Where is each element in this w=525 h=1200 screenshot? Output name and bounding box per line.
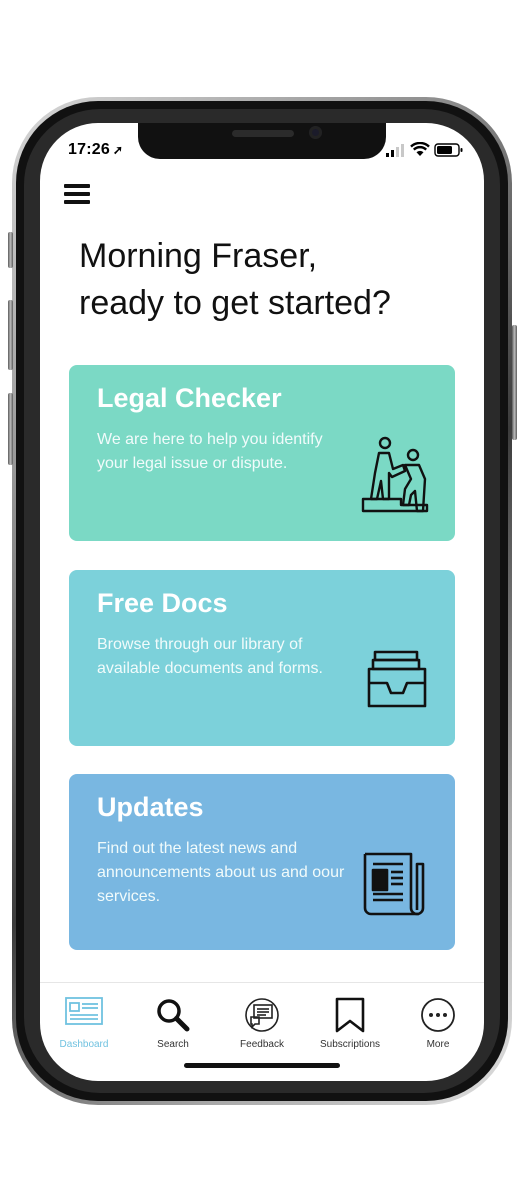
battery-icon: [434, 143, 463, 157]
tab-label: Dashboard: [59, 1039, 109, 1050]
updates-card[interactable]: Updates Find out the latest news and ann…: [69, 774, 455, 950]
tab-label: Search: [157, 1039, 189, 1050]
feedback-icon: [245, 998, 279, 1032]
tab-label: Feedback: [240, 1039, 284, 1050]
status-time-text: 17:26: [68, 141, 110, 158]
card-description: Find out the latest news and announcemen…: [97, 840, 345, 905]
tab-label: More: [426, 1039, 450, 1050]
speaker-grille: [232, 130, 294, 137]
bookmark-icon: [335, 997, 365, 1033]
home-indicator[interactable]: [184, 1063, 340, 1068]
greeting-line-2: ready to get started?: [79, 284, 391, 322]
front-camera: [309, 126, 322, 139]
free-docs-card[interactable]: Free Docs Browse through our library of …: [69, 570, 455, 746]
status-bar-icons: [386, 141, 466, 161]
status-bar-time: 17:26 ➚: [68, 141, 123, 159]
card-title: Updates: [97, 792, 204, 822]
tab-label: Subscriptions: [319, 1039, 381, 1050]
tab-subscriptions[interactable]: Subscriptions: [306, 983, 394, 1053]
search-icon: [157, 999, 190, 1032]
card-title: Free Docs: [97, 588, 228, 618]
people-helping-icon: [361, 436, 429, 513]
dashboard-icon: [65, 997, 103, 1025]
newspaper-icon: [363, 852, 425, 916]
mute-switch: [8, 232, 13, 268]
legal-checker-card[interactable]: Legal Checker We are here to help you id…: [69, 365, 455, 541]
volume-down-button: [8, 393, 13, 465]
volume-up-button: [8, 300, 13, 370]
wifi-icon: [410, 142, 430, 156]
tab-dashboard[interactable]: Dashboard: [40, 983, 128, 1053]
document-tray-icon: [367, 650, 427, 708]
bottom-tab-bar: Dashboard Search Feedback Subscriptions: [40, 982, 484, 1053]
power-button: [512, 325, 517, 440]
signal-icon: [386, 144, 404, 157]
hamburger-menu-icon[interactable]: [64, 184, 90, 206]
tab-search[interactable]: Search: [129, 983, 217, 1053]
card-title: Legal Checker: [97, 383, 282, 413]
location-arrow-icon: ➚: [112, 143, 124, 157]
more-icon: [421, 998, 455, 1032]
card-description: We are here to help you identify your le…: [97, 431, 323, 472]
notch: [138, 123, 386, 159]
tab-more[interactable]: More: [394, 983, 482, 1053]
greeting-heading: Morning Fraser, ready to get started?: [79, 233, 459, 327]
tab-feedback[interactable]: Feedback: [218, 983, 306, 1053]
card-description: Browse through our library of available …: [97, 636, 323, 677]
greeting-line-1: Morning Fraser,: [79, 237, 318, 275]
